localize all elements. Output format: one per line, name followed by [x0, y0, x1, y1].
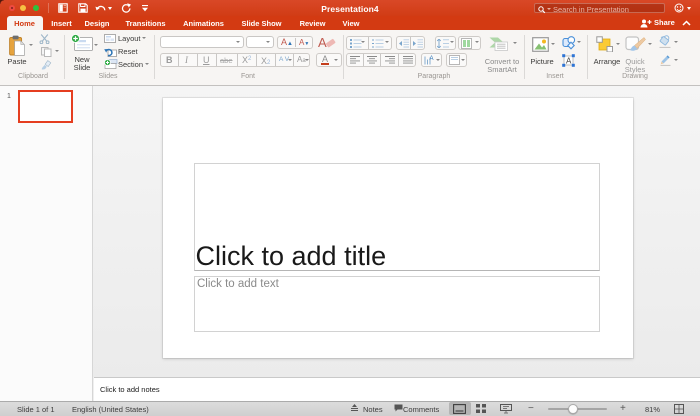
svg-text:A: A — [430, 56, 434, 62]
svg-text:A: A — [318, 35, 327, 49]
svg-text:A: A — [566, 57, 572, 66]
